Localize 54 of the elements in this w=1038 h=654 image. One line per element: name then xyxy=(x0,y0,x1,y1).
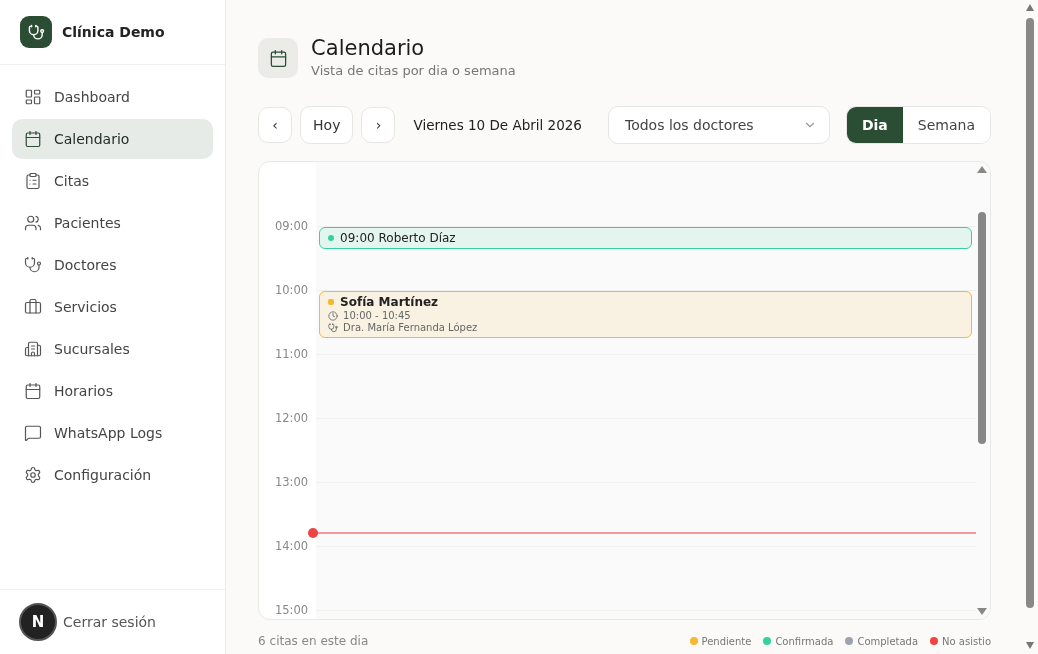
legend-label: Confirmada xyxy=(775,635,834,647)
briefcase-icon xyxy=(24,298,42,316)
sidebar-item[interactable]: Doctores xyxy=(12,245,214,285)
today-button[interactable]: Hoy xyxy=(300,106,354,144)
settings-icon xyxy=(24,466,42,484)
sidebar-item[interactable]: Calendario xyxy=(12,119,214,159)
clock-icon xyxy=(328,310,339,321)
calendar-icon xyxy=(258,38,299,78)
clinic-logo xyxy=(20,16,52,48)
hour-label: 09:00 xyxy=(273,219,310,235)
sidebar-item[interactable]: Configuración xyxy=(12,455,214,495)
sidebar-item[interactable]: Sucursales xyxy=(12,329,214,369)
appointment-count: 6 citas en este dia xyxy=(258,634,369,648)
hour-label: 11:00 xyxy=(273,347,310,363)
user-badge[interactable]: N xyxy=(19,603,57,641)
legend-label: Completada xyxy=(857,635,919,647)
legend-label: Pendiente xyxy=(701,635,752,647)
sidebar-item[interactable]: Horarios xyxy=(12,371,214,411)
hour-label: 10:00 xyxy=(273,283,310,299)
hour-label: 14:00 xyxy=(273,539,310,555)
calendar-icon xyxy=(24,382,42,400)
page-title: Calendario xyxy=(311,36,426,60)
sidebar-item[interactable]: Servicios xyxy=(12,287,214,327)
view-toggle[interactable]: Dia xyxy=(846,107,903,143)
appointment-card[interactable]: Sofía Martínez 10:00 - 10:45 Dra. María Fernanda López xyxy=(319,291,972,338)
appointment-card[interactable]: 09:00 Roberto Díaz xyxy=(319,227,972,249)
scrollbar[interactable] xyxy=(976,166,988,616)
clinic-name: Clínica Demo xyxy=(62,24,165,40)
previous-button[interactable]: ‹ xyxy=(258,107,293,143)
users-icon xyxy=(24,214,42,232)
sidebar-item[interactable]: Dashboard xyxy=(12,77,214,117)
calendar-icon xyxy=(24,130,42,148)
dashboard-icon xyxy=(24,88,42,106)
current-date: Viernes 10 De Abril 2026 xyxy=(413,117,582,133)
stethoscope-icon xyxy=(328,322,339,333)
hour-label: 12:00 xyxy=(273,411,310,427)
hour-label: 15:00 xyxy=(273,603,310,619)
clipboard-icon xyxy=(24,172,42,190)
sidebar-item[interactable]: Pacientes xyxy=(12,203,214,243)
stethoscope-icon xyxy=(24,256,42,274)
doctor-name: Dra. María Fernanda López xyxy=(343,322,478,333)
building-icon xyxy=(24,340,42,358)
legend-label: No asistio xyxy=(942,635,991,647)
sidebar-item[interactable]: Citas xyxy=(12,161,214,201)
appointment-title: 09:00 Roberto Díaz xyxy=(340,231,456,245)
chat-bubble-icon xyxy=(24,424,42,442)
patient-name: Sofía Martínez xyxy=(340,295,439,309)
page-subtitle: Vista de citas por dia o semana xyxy=(311,63,516,78)
sidebar-item[interactable]: WhatsApp Logs xyxy=(12,413,214,453)
next-button[interactable]: › xyxy=(361,107,396,143)
logout-link[interactable]: Cerrar sesión xyxy=(63,614,156,630)
hour-label: 13:00 xyxy=(273,475,310,491)
doctor-select[interactable]: Todos los doctores xyxy=(607,106,830,144)
appointment-time: 10:00 - 10:45 xyxy=(343,310,411,321)
